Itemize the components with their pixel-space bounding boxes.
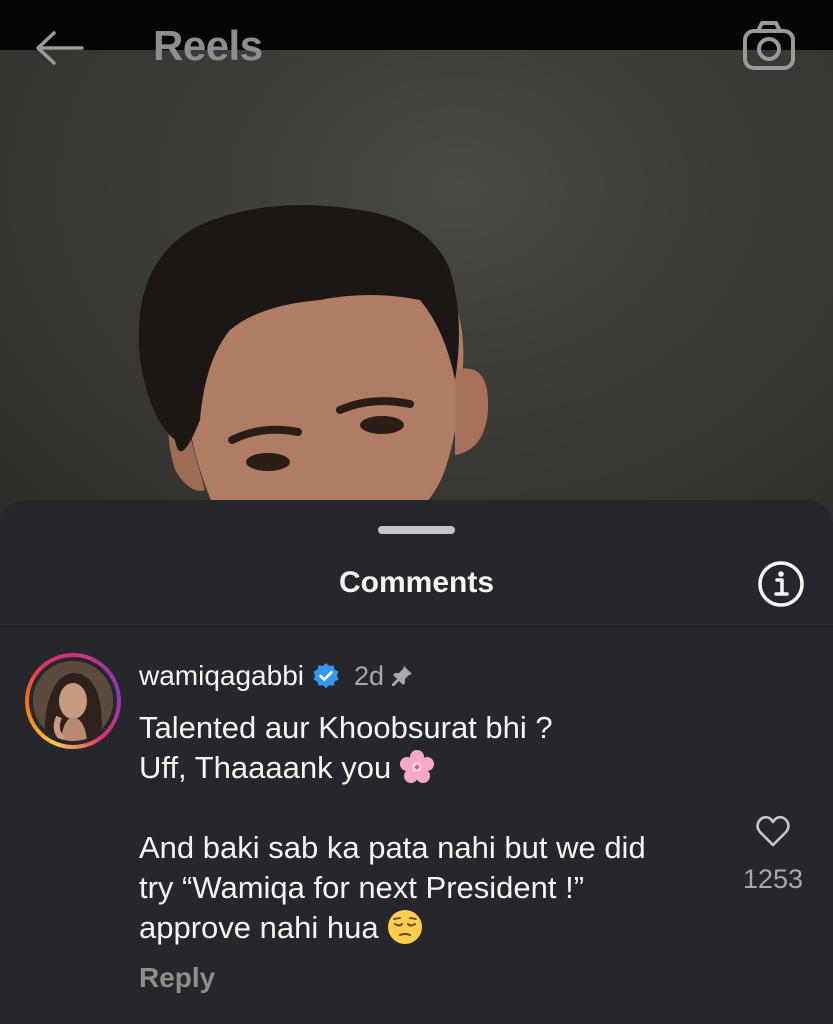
comment-header: wamiqagabbi 2d bbox=[139, 658, 414, 694]
comment-line-with-emoji: approve nahi hua bbox=[139, 908, 709, 948]
drag-handle[interactable] bbox=[378, 526, 455, 534]
reply-button[interactable]: Reply bbox=[139, 962, 215, 994]
avatar[interactable] bbox=[25, 653, 121, 749]
comment-item: wamiqagabbi 2d Talented aur Khoobsurat b… bbox=[0, 628, 833, 1024]
camera-icon[interactable] bbox=[742, 20, 796, 72]
info-icon[interactable] bbox=[756, 559, 806, 609]
comment-body: Talented aur Khoobsurat bhi ? Uff, Thaaa… bbox=[139, 708, 709, 948]
comment-username[interactable]: wamiqagabbi bbox=[139, 660, 304, 692]
comment-line: Talented aur Khoobsurat bhi ? bbox=[139, 710, 553, 745]
heart-icon[interactable] bbox=[755, 814, 791, 848]
page-title: Reels bbox=[153, 22, 263, 69]
comment-line: And baki sab ka pata nahi but we did bbox=[139, 830, 646, 865]
comment-line: approve nahi hua bbox=[139, 910, 379, 945]
comment-blank-line bbox=[139, 788, 709, 828]
verified-badge-icon bbox=[313, 663, 339, 689]
comment-line-with-emoji: Uff, Thaaaank you bbox=[139, 748, 709, 788]
comment-line: Uff, Thaaaank you bbox=[139, 750, 392, 785]
avatar-photo bbox=[33, 661, 113, 741]
cherry-blossom-icon bbox=[400, 749, 435, 783]
reels-header: Reels bbox=[0, 0, 833, 96]
pin-icon bbox=[392, 666, 413, 686]
divider bbox=[0, 626, 833, 627]
comment-line: try “Wamiqa for next President !” bbox=[139, 870, 585, 905]
like-count: 1253 bbox=[742, 864, 804, 894]
arrow-left-icon[interactable] bbox=[34, 28, 84, 68]
comments-sheet: Comments wamiqagabbi 2d Talented aur Kho… bbox=[0, 500, 833, 1024]
reel-video[interactable]: Reels bbox=[0, 0, 833, 540]
pensive-face-icon bbox=[387, 909, 422, 944]
comment-time: 2d bbox=[354, 660, 385, 691]
comments-title: Comments bbox=[338, 566, 495, 599]
